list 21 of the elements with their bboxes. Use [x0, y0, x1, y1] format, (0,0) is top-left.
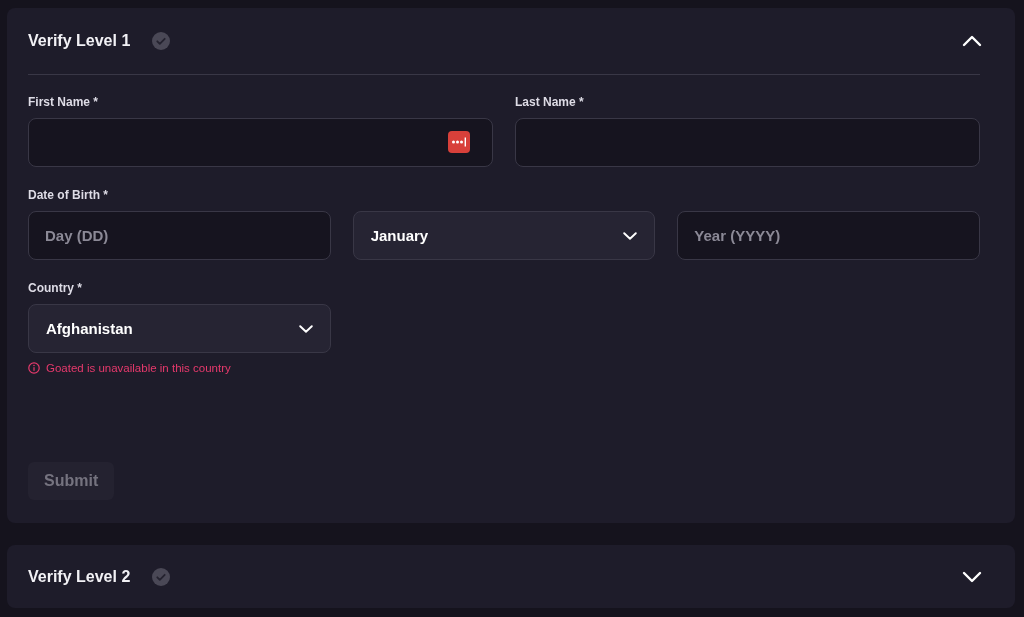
chevron-up-icon[interactable] [962, 35, 982, 47]
field-label: Date of Birth * [28, 188, 108, 202]
field-label: Country * [28, 281, 82, 295]
text-field[interactable] [28, 118, 493, 167]
text-field[interactable]: Year (YYYY) [677, 211, 980, 260]
field-label: Last Name * [515, 95, 584, 109]
text-field[interactable]: Day (DD) [28, 211, 331, 260]
text-field[interactable] [515, 118, 980, 167]
ellipsis-icon[interactable] [448, 131, 470, 153]
chevron-down-icon [623, 231, 638, 240]
field-label: First Name * [28, 95, 99, 109]
chevron-down-icon [298, 324, 313, 333]
error-message: Goated is unavailable in this country [46, 361, 231, 375]
section-title: Verify Level 2 [28, 567, 131, 586]
info-icon [28, 362, 40, 374]
chevron-down-icon[interactable] [962, 570, 982, 583]
section-title: Verify Level 1 [28, 32, 131, 50]
check-circle-icon [152, 32, 171, 50]
dropdown[interactable]: Afghanistan [28, 304, 331, 353]
dropdown[interactable]: January [352, 211, 656, 260]
check-circle-icon [152, 567, 171, 586]
